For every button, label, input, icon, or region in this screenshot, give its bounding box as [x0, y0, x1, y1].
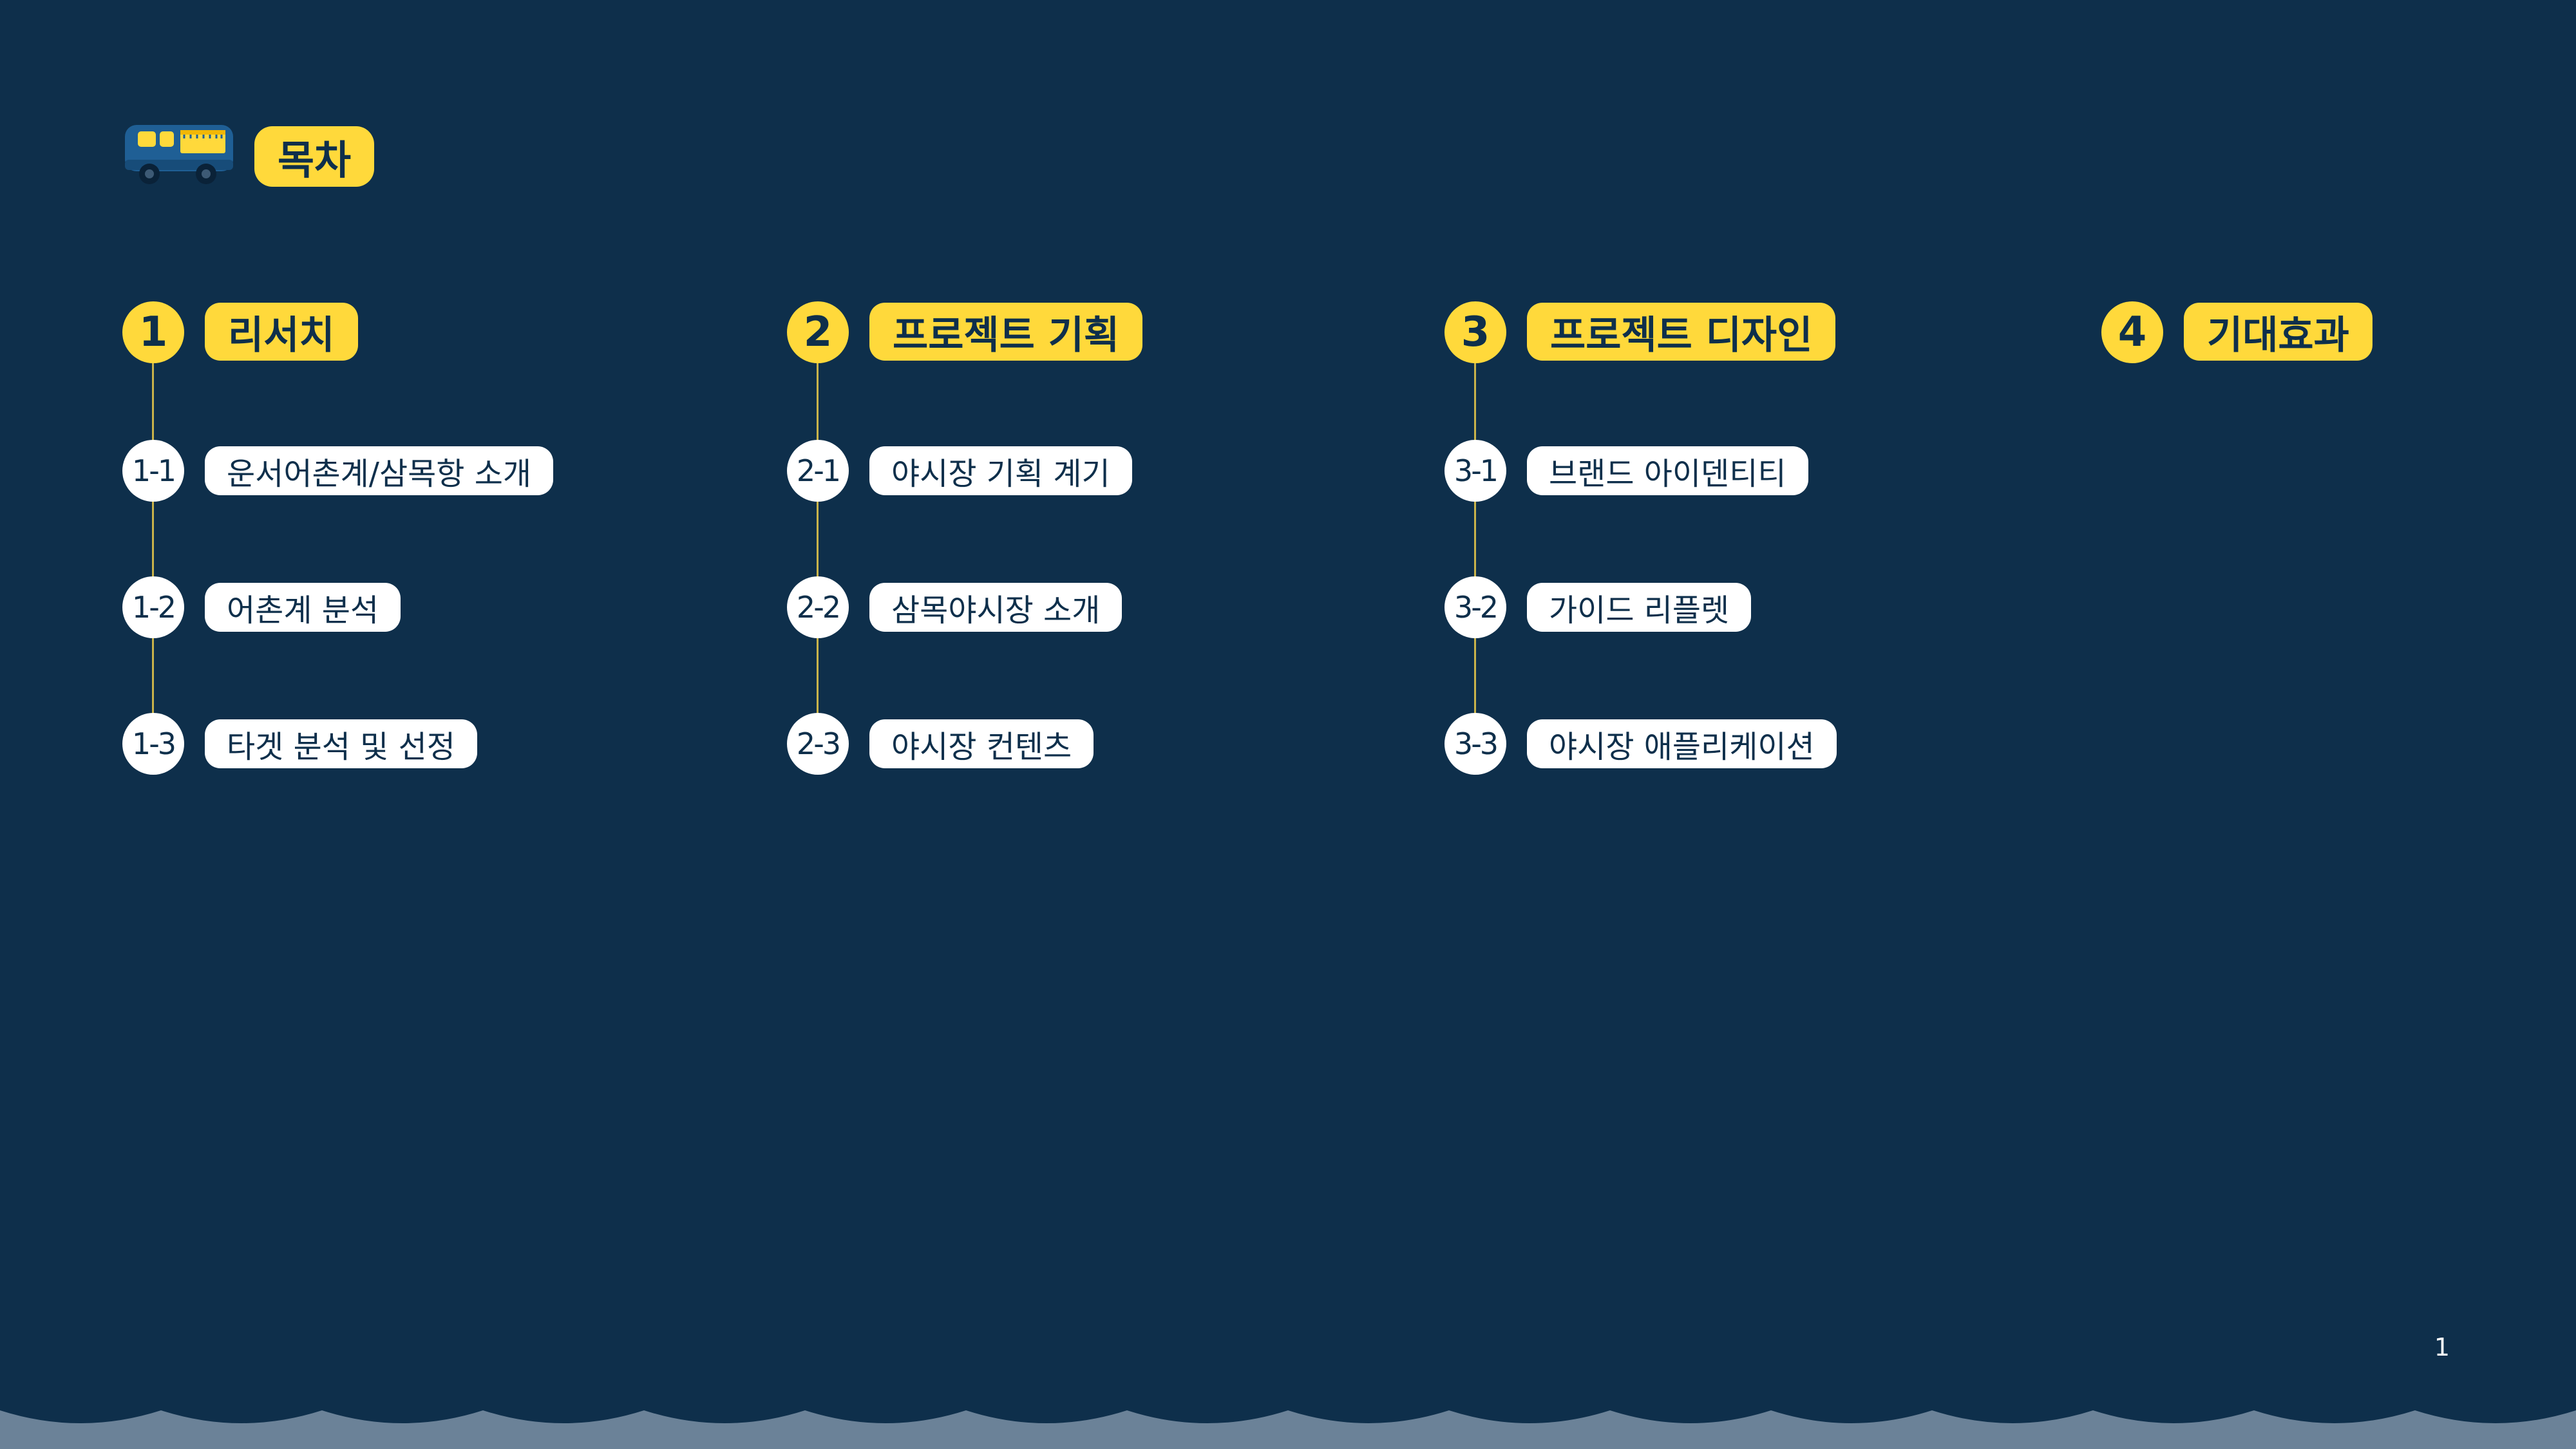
toc-section-2: 2 프로젝트 기획 2-1 야시장 기획 계기 2-2 삼목야시장 소개 2-3…	[787, 0, 1367, 837]
page-number: 1	[2434, 1333, 2450, 1361]
section-number-badge: 2	[787, 301, 849, 363]
section-title: 프로젝트 디자인	[1527, 303, 1836, 361]
toc-section-4: 4 기대효과	[2101, 0, 2552, 837]
item-label: 삼목야시장 소개	[869, 583, 1122, 632]
item-number-badge: 2-1	[787, 440, 849, 502]
item-number-badge: 1-1	[122, 440, 184, 502]
section-number-badge: 3	[1444, 301, 1506, 363]
footer-wave-decoration	[0, 1410, 2576, 1449]
slide: 목차 1 리서치 1-1 운서어촌계/삼목항 소개 1-2 어촌계 분석 1-3…	[0, 0, 2576, 1449]
section-title: 기대효과	[2184, 303, 2372, 361]
section-number-badge: 1	[122, 301, 184, 363]
section-number-badge: 4	[2101, 301, 2163, 363]
toc-section-1: 1 리서치 1-1 운서어촌계/삼목항 소개 1-2 어촌계 분석 1-3 타겟…	[122, 0, 702, 837]
item-label: 어촌계 분석	[205, 583, 401, 632]
item-number-badge: 2-3	[787, 713, 849, 775]
item-label: 브랜드 아이덴티티	[1527, 446, 1808, 495]
section-title: 리서치	[205, 303, 358, 361]
item-number-badge: 3-1	[1444, 440, 1506, 502]
section-connector-line	[1474, 358, 1476, 744]
item-label: 야시장 애플리케이션	[1527, 719, 1837, 768]
section-connector-line	[817, 358, 819, 744]
item-number-badge: 3-3	[1444, 713, 1506, 775]
item-number-badge: 3-2	[1444, 576, 1506, 638]
section-title: 프로젝트 기획	[869, 303, 1143, 361]
toc-section-3: 3 프로젝트 디자인 3-1 브랜드 아이덴티티 3-2 가이드 리플렛 3-3…	[1444, 0, 2024, 837]
item-number-badge: 2-2	[787, 576, 849, 638]
item-number-badge: 1-3	[122, 713, 184, 775]
section-connector-line	[152, 358, 154, 744]
item-label: 야시장 기획 계기	[869, 446, 1132, 495]
item-number-badge: 1-2	[122, 576, 184, 638]
item-label: 운서어촌계/삼목항 소개	[205, 446, 554, 495]
item-label: 야시장 컨텐츠	[869, 719, 1094, 768]
item-label: 가이드 리플렛	[1527, 583, 1752, 632]
item-label: 타겟 분석 및 선정	[205, 719, 477, 768]
